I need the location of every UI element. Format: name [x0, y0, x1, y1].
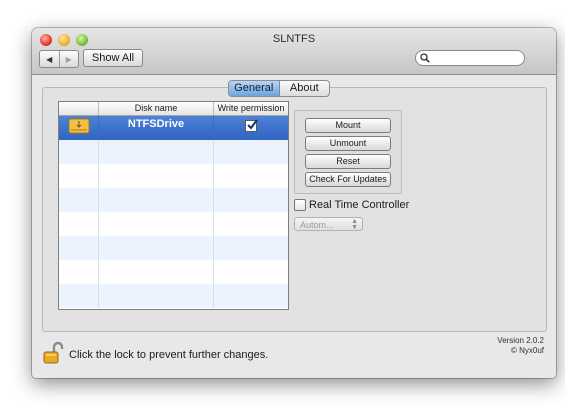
unmount-button[interactable]: Unmount: [305, 136, 391, 151]
column-header-disk-name[interactable]: Disk name: [99, 102, 214, 115]
table-row: [59, 164, 288, 188]
real-time-controller-checkbox[interactable]: [294, 199, 306, 211]
table-row: [59, 236, 288, 260]
disk-table[interactable]: Disk name Write permission NTFSDrive: [58, 101, 289, 310]
forward-arrow-icon: ▶: [65, 54, 72, 64]
popup-arrows-icon: ▲ ▼: [351, 218, 358, 231]
show-all-button[interactable]: Show All: [83, 49, 143, 67]
unlocked-padlock-icon: [43, 341, 64, 364]
mode-popup-value: Autom...: [300, 220, 334, 230]
disk-name-cell: NTFSDrive: [99, 116, 214, 140]
preferences-window: SLNTFS ◀ ▶ Show All General About Disk n…: [32, 28, 556, 378]
drive-icon: [68, 118, 89, 134]
lock-status-text: Click the lock to prevent further change…: [69, 349, 269, 361]
actions-box: Mount Unmount Reset Check For Updates: [294, 110, 402, 194]
check-for-updates-button[interactable]: Check For Updates: [305, 172, 391, 187]
table-row: [59, 188, 288, 212]
search-icon: [420, 53, 430, 63]
back-arrow-icon: ◀: [46, 54, 53, 64]
window-title: SLNTFS: [272, 33, 316, 45]
real-time-controller-label: Real Time Controller: [309, 199, 410, 211]
mode-popup-button: Autom... ▲ ▼: [294, 217, 363, 231]
tab-bar: General About: [228, 80, 330, 97]
write-permission-cell: [214, 116, 288, 140]
column-header-icon[interactable]: [59, 102, 99, 115]
drive-icon-cell: [59, 116, 99, 140]
checkmark-icon: [247, 119, 258, 130]
real-time-controller-option[interactable]: Real Time Controller: [294, 199, 409, 211]
copyright-label: © Nyx0uf: [510, 346, 544, 355]
title-bar: SLNTFS ◀ ▶ Show All: [32, 28, 556, 75]
column-header-write-permission[interactable]: Write permission: [214, 102, 288, 115]
version-label: Version 2.0.2: [497, 336, 544, 345]
mount-button[interactable]: Mount: [305, 118, 391, 133]
table-body: NTFSDrive: [59, 116, 288, 308]
table-row: [59, 140, 288, 164]
write-permission-checkbox[interactable]: [245, 119, 258, 132]
back-forward-control: ◀ ▶: [39, 50, 79, 68]
back-button[interactable]: ◀: [40, 51, 60, 67]
forward-button[interactable]: ▶: [60, 51, 79, 67]
tab-about[interactable]: About: [280, 81, 330, 96]
table-row: [59, 212, 288, 236]
version-info: Version 2.0.2 © Nyx0uf: [497, 336, 544, 356]
reset-button[interactable]: Reset: [305, 154, 391, 169]
table-header: Disk name Write permission: [59, 102, 288, 116]
lock-button[interactable]: [42, 341, 64, 368]
table-row: [59, 260, 288, 284]
table-row: [59, 284, 288, 308]
tab-general[interactable]: General: [229, 81, 280, 96]
search-field[interactable]: [415, 50, 525, 66]
table-row[interactable]: NTFSDrive: [59, 116, 288, 140]
